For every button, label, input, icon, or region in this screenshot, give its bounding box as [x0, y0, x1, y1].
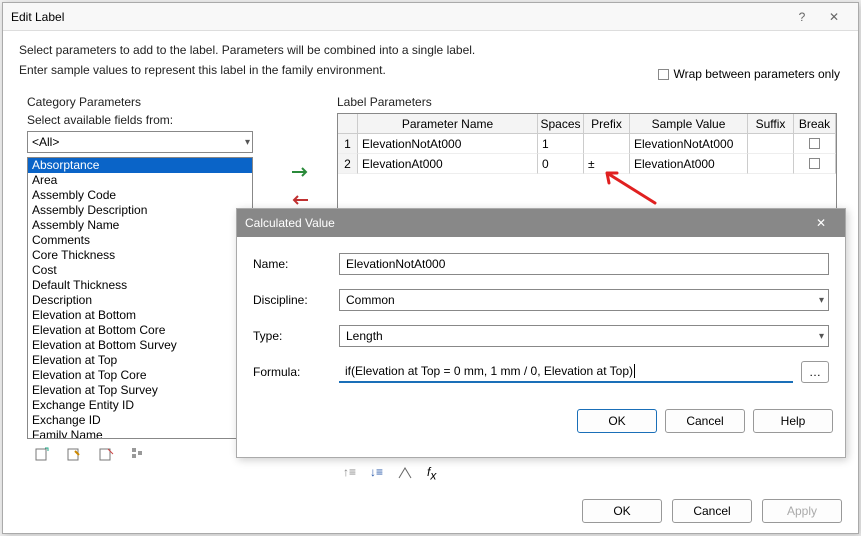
main-title: Edit Label: [11, 10, 786, 24]
close-icon[interactable]: ✕: [818, 5, 850, 29]
wrap-label: Wrap between parameters only: [673, 67, 840, 81]
table-row[interactable]: 2ElevationAt0000±ElevationAt000: [338, 154, 836, 174]
delete-param-icon[interactable]: [97, 445, 115, 463]
remove-param-button[interactable]: [289, 191, 313, 209]
formula-field[interactable]: if(Elevation at Top = 0 mm, 1 mm / 0, El…: [339, 361, 793, 383]
cell-name[interactable]: ElevationNotAt000: [358, 134, 538, 154]
fields-combo-value: <All>: [32, 135, 59, 149]
col-name: Parameter Name: [358, 114, 538, 134]
type-select[interactable]: Length▾: [339, 325, 829, 347]
calc-title: Calculated Value: [245, 216, 805, 230]
list-item[interactable]: Area: [28, 173, 252, 188]
calc-cancel-button[interactable]: Cancel: [665, 409, 745, 433]
cell-spaces[interactable]: 1: [538, 134, 584, 154]
wrap-checkbox[interactable]: [658, 69, 669, 80]
instruction-1: Select parameters to add to the label. P…: [19, 43, 842, 57]
list-item[interactable]: Elevation at Bottom Core: [28, 323, 252, 338]
list-item[interactable]: Elevation at Top Survey: [28, 383, 252, 398]
row-num: 2: [338, 154, 358, 174]
cell-sample[interactable]: ElevationAt000: [630, 154, 748, 174]
row-num: 1: [338, 134, 358, 154]
unit-format-icon[interactable]: [397, 465, 413, 484]
col-break: Break: [794, 114, 836, 134]
list-item[interactable]: Assembly Code: [28, 188, 252, 203]
category-params-label: Category Parameters: [27, 95, 253, 109]
formula-label: Formula:: [253, 365, 339, 379]
col-rownum: [338, 114, 358, 134]
cell-prefix[interactable]: ±: [584, 154, 630, 174]
parameters-listbox[interactable]: AbsorptanceAreaAssembly CodeAssembly Des…: [27, 157, 253, 439]
list-item[interactable]: Description: [28, 293, 252, 308]
table-row[interactable]: 1ElevationNotAt0001ElevationNotAt000: [338, 134, 836, 154]
col-suffix: Suffix: [748, 114, 794, 134]
main-cancel-button[interactable]: Cancel: [672, 499, 752, 523]
label-params-label: Label Parameters: [337, 95, 837, 109]
list-item[interactable]: Elevation at Top Core: [28, 368, 252, 383]
list-item[interactable]: Absorptance: [28, 158, 252, 173]
fields-combo[interactable]: <All> ▾: [27, 131, 253, 153]
main-ok-button[interactable]: OK: [582, 499, 662, 523]
col-prefix: Prefix: [584, 114, 630, 134]
add-param-button[interactable]: [289, 163, 313, 181]
chevron-down-icon: ▾: [245, 137, 250, 148]
main-titlebar: Edit Label ? ✕: [3, 3, 858, 31]
move-up-icon[interactable]: ↑≡: [343, 465, 356, 484]
chevron-down-icon: ▾: [819, 331, 824, 342]
list-item[interactable]: Default Thickness: [28, 278, 252, 293]
discipline-select[interactable]: Common▾: [339, 289, 829, 311]
list-item[interactable]: Elevation at Bottom: [28, 308, 252, 323]
fx-icon[interactable]: fx: [427, 465, 436, 484]
new-param-icon[interactable]: [33, 445, 51, 463]
calc-ok-button[interactable]: OK: [577, 409, 657, 433]
calc-help-button[interactable]: Help: [753, 409, 833, 433]
cell-suffix[interactable]: [748, 134, 794, 154]
type-label: Type:: [253, 329, 339, 343]
calc-titlebar: Calculated Value ✕: [237, 209, 845, 237]
text-cursor: [634, 364, 635, 378]
cell-sample[interactable]: ElevationNotAt000: [630, 134, 748, 154]
move-down-icon[interactable]: ↓≡: [370, 465, 383, 484]
discipline-label: Discipline:: [253, 293, 339, 307]
list-item[interactable]: Assembly Name: [28, 218, 252, 233]
edit-param-icon[interactable]: [65, 445, 83, 463]
cell-break[interactable]: [794, 154, 836, 174]
main-apply-button: Apply: [762, 499, 842, 523]
name-field[interactable]: ElevationNotAt000: [339, 253, 829, 275]
sort-param-icon[interactable]: [129, 445, 147, 463]
name-label: Name:: [253, 257, 339, 271]
calc-close-icon[interactable]: ✕: [805, 211, 837, 235]
list-item[interactable]: Assembly Description: [28, 203, 252, 218]
label-params-table: Parameter Name Spaces Prefix Sample Valu…: [337, 113, 837, 215]
wrap-checkbox-row: Wrap between parameters only: [658, 67, 840, 81]
list-item[interactable]: Elevation at Top: [28, 353, 252, 368]
list-item[interactable]: Cost: [28, 263, 252, 278]
list-item[interactable]: Exchange Entity ID: [28, 398, 252, 413]
cell-break[interactable]: [794, 134, 836, 154]
cell-suffix[interactable]: [748, 154, 794, 174]
list-item[interactable]: Comments: [28, 233, 252, 248]
cell-name[interactable]: ElevationAt000: [358, 154, 538, 174]
col-spaces: Spaces: [538, 114, 584, 134]
list-item[interactable]: Core Thickness: [28, 248, 252, 263]
list-item[interactable]: Family Name: [28, 428, 252, 439]
select-fields-label: Select available fields from:: [27, 113, 253, 127]
col-sample: Sample Value: [630, 114, 748, 134]
list-item[interactable]: Exchange ID: [28, 413, 252, 428]
cell-prefix[interactable]: [584, 134, 630, 154]
formula-browse-button[interactable]: …: [801, 361, 829, 383]
chevron-down-icon: ▾: [819, 295, 824, 306]
calculated-value-dialog: Calculated Value ✕ Name: ElevationNotAt0…: [236, 208, 846, 458]
list-item[interactable]: Elevation at Bottom Survey: [28, 338, 252, 353]
help-icon[interactable]: ?: [786, 5, 818, 29]
cell-spaces[interactable]: 0: [538, 154, 584, 174]
